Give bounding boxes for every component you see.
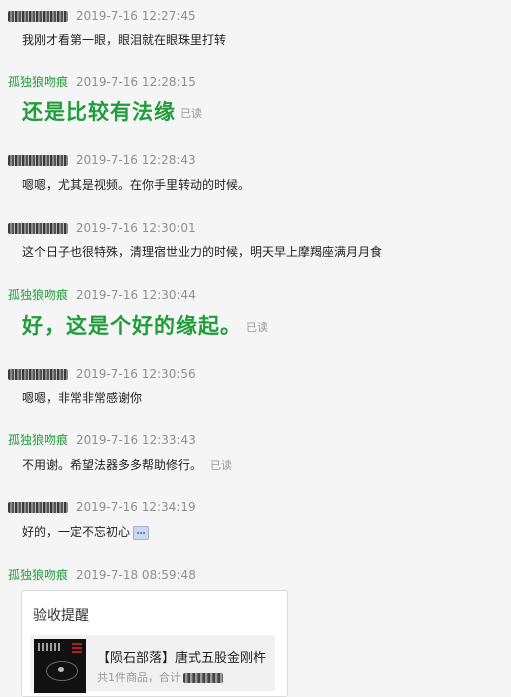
message-text: 我刚才看第一眼，眼泪就在眼珠里打转 (22, 33, 227, 47)
sender-name[interactable]: 孤独狼吻痕 (8, 433, 68, 447)
message-text: 好的，一定不忘初心 (22, 525, 131, 539)
message-text-large: 好，这是个好的缘起。 已读 (22, 312, 268, 342)
message-time: 2019-7-16 12:30:44 (76, 288, 196, 302)
message-text: 嗯嗯，非常非常感谢你 (22, 391, 143, 405)
product-row[interactable]: 【陨石部落】唐式五股金刚杵 共1件商品，合计 (30, 635, 275, 693)
sender-name-redacted[interactable] (8, 369, 68, 380)
message-time: 2019-7-16 12:33:43 (76, 433, 196, 447)
message-time: 2019-7-16 12:30:01 (75, 221, 196, 235)
product-summary-text: 共1件商品，合计 (97, 671, 181, 684)
message-text: 还是比较有法缘 (22, 100, 176, 124)
product-summary: 共1件商品，合计 (97, 669, 223, 685)
message-header: 孤独狼吻痕 2019-7-16 12:28:15 (8, 74, 196, 90)
message-text: 不用谢。希望法器多多帮助修行。 (22, 458, 203, 472)
sender-name-redacted[interactable] (8, 502, 68, 513)
message-text: 嗯嗯，尤其是视频。在你手里转动的时候。 (22, 178, 251, 192)
thumbnail-text-decoration (38, 643, 60, 651)
message-header: 2019-7-16 12:30:01 (8, 220, 196, 236)
emoji-icon (133, 525, 150, 540)
message-text: 这个日子也很特殊，清理宿世业力的时候，明天早上摩羯座满月月食 (22, 245, 383, 259)
message-text: 好，这是个好的缘起。 (22, 314, 242, 338)
thumbnail-seal-decoration (72, 643, 82, 653)
sender-name-redacted[interactable] (8, 223, 68, 234)
message-header: 2019-7-16 12:28:43 (8, 152, 196, 168)
message-time: 2019-7-18 08:59:48 (76, 568, 196, 582)
read-status: 已读 (180, 107, 202, 120)
message-time: 2019-7-16 12:34:19 (75, 500, 196, 514)
message-time: 2019-7-16 12:30:56 (75, 367, 196, 381)
product-name[interactable]: 【陨石部落】唐式五股金刚杵 (97, 647, 267, 666)
message-header: 孤独狼吻痕 2019-7-18 08:59:48 (8, 567, 196, 583)
read-status: 已读 (210, 459, 233, 472)
message-text-wrap: 好的，一定不忘初心 (22, 524, 150, 540)
sender-name-redacted[interactable] (8, 155, 68, 166)
message-time: 2019-7-16 12:27:45 (75, 9, 196, 23)
sender-name[interactable]: 孤独狼吻痕 (8, 75, 68, 89)
read-status: 已读 (246, 321, 268, 334)
message-header: 孤独狼吻痕 2019-7-16 12:33:43 (8, 432, 196, 448)
message-header: 2019-7-16 12:30:56 (8, 366, 196, 382)
message-header: 孤独狼吻痕 2019-7-16 12:30:44 (8, 287, 196, 303)
product-thumbnail[interactable] (34, 639, 86, 693)
thumbnail-center (58, 667, 64, 672)
amount-redacted (183, 673, 223, 683)
message-time: 2019-7-16 12:28:43 (75, 153, 196, 167)
message-time: 2019-7-16 12:28:15 (76, 75, 196, 89)
sender-name[interactable]: 孤独狼吻痕 (8, 288, 68, 302)
message-text-wrap: 不用谢。希望法器多多帮助修行。 已读 (22, 457, 232, 474)
message-header: 2019-7-16 12:27:45 (8, 8, 196, 24)
card-title: 验收提醒 (33, 608, 89, 624)
sender-name-redacted[interactable] (8, 11, 68, 22)
message-header: 2019-7-16 12:34:19 (8, 499, 196, 515)
message-text-large: 还是比较有法缘 已读 (22, 98, 202, 128)
sender-name[interactable]: 孤独狼吻痕 (8, 568, 68, 582)
order-card[interactable]: 验收提醒 【陨石部落】唐式五股金刚杵 共1件商品，合计 (21, 590, 288, 697)
